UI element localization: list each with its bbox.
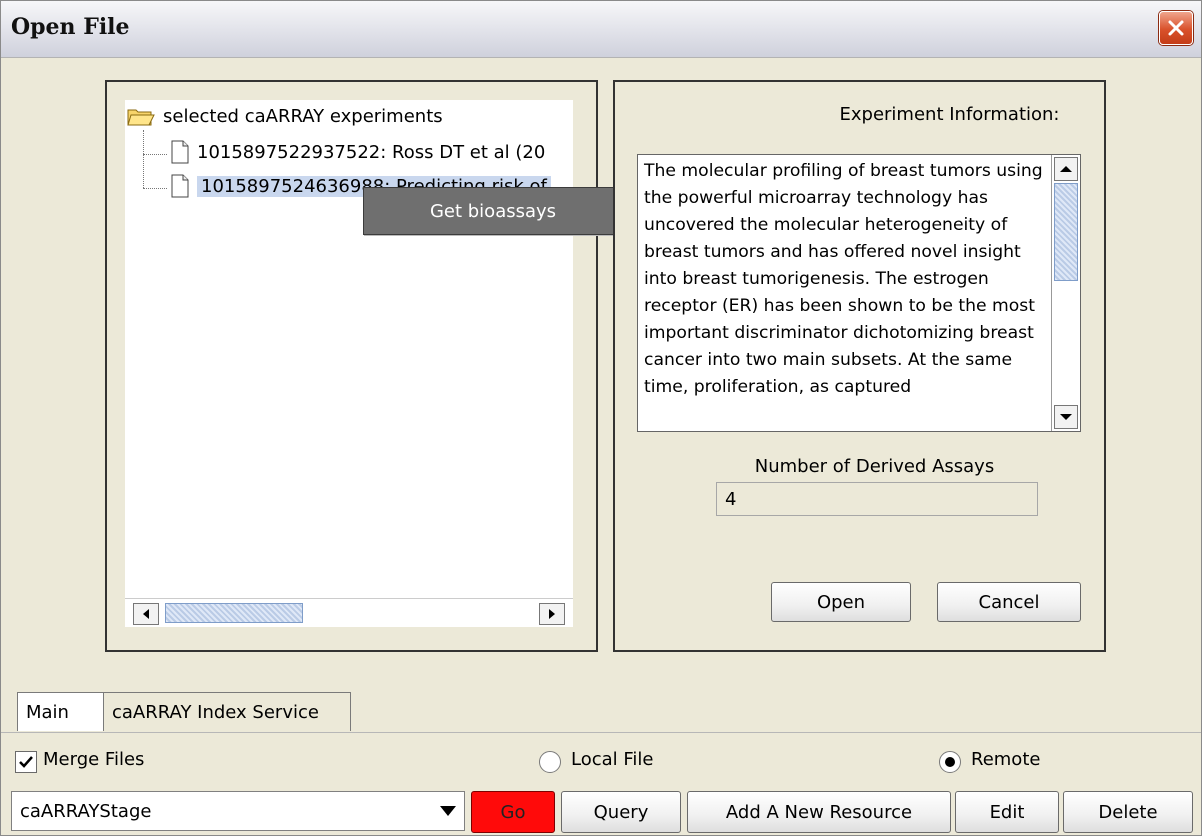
- experiments-panel: selected caARRAY experiments 10158975229…: [105, 80, 598, 652]
- arrow-left-icon: [143, 609, 149, 619]
- tab-caarray-index-service[interactable]: caARRAY Index Service: [103, 692, 351, 731]
- tree-connector: [143, 130, 144, 188]
- tab-bar: Main caARRAY Index Service: [1, 686, 1201, 733]
- resource-select[interactable]: caARRAYStage: [11, 791, 465, 831]
- arrow-down-icon: [1060, 414, 1072, 420]
- open-button[interactable]: Open: [771, 582, 911, 622]
- edit-button[interactable]: Edit: [955, 791, 1059, 833]
- query-button[interactable]: Query: [561, 791, 681, 833]
- add-resource-button[interactable]: Add A New Resource: [687, 791, 951, 833]
- scroll-up-button[interactable]: [1054, 157, 1078, 181]
- resource-select-value: caARRAYStage: [20, 800, 152, 822]
- tree-connector-h: [143, 154, 167, 155]
- scroll-left-button[interactable]: [133, 603, 159, 625]
- scroll-down-button[interactable]: [1054, 405, 1078, 429]
- merge-files-checkbox[interactable]: [15, 751, 37, 773]
- local-file-label: Local File: [571, 749, 654, 770]
- derived-assays-label: Number of Derived Assays: [754, 456, 995, 477]
- file-icon: [171, 140, 189, 164]
- experiment-info-panel: Experiment Information: The molecular pr…: [613, 80, 1106, 652]
- experiment-info-label: Experiment Information:: [839, 104, 1060, 125]
- close-icon: [1168, 20, 1184, 36]
- experiment-tree: selected caARRAY experiments 10158975229…: [125, 100, 573, 602]
- context-menu: Get bioassays: [363, 187, 623, 235]
- vertical-scrollbar[interactable]: [1051, 155, 1080, 431]
- scroll-thumb[interactable]: [165, 603, 303, 623]
- open-folder-icon: [127, 107, 155, 127]
- scroll-right-button[interactable]: [539, 603, 565, 625]
- remote-label: Remote: [971, 749, 1041, 770]
- file-icon: [171, 174, 189, 198]
- options-row: Merge Files Local File Remote: [1, 743, 1201, 779]
- derived-assays-field: 4: [716, 482, 1038, 516]
- tree-item-label: 1015897522937522: Ross DT et al (20: [197, 141, 546, 163]
- radio-selected-dot: [945, 757, 955, 767]
- get-bioassays-menu-item[interactable]: Get bioassays: [430, 201, 556, 222]
- remote-radio[interactable]: [939, 751, 961, 773]
- tree-item[interactable]: 1015897522937522: Ross DT et al (20: [171, 140, 545, 164]
- experiment-text: The molecular profiling of breast tumors…: [644, 161, 1043, 397]
- action-row: caARRAYStage Go Query Add A New Resource…: [1, 789, 1201, 835]
- scroll-thumb[interactable]: [1054, 183, 1078, 281]
- arrow-up-icon: [1060, 166, 1072, 172]
- horizontal-scrollbar[interactable]: [125, 598, 573, 627]
- go-button[interactable]: Go: [471, 791, 555, 833]
- tree-root-label: selected caARRAY experiments: [163, 106, 443, 127]
- experiment-description[interactable]: The molecular profiling of breast tumors…: [637, 154, 1081, 432]
- tree-root[interactable]: selected caARRAY experiments: [127, 106, 443, 127]
- window-title: Open File: [11, 14, 130, 40]
- title-bar: Open File: [1, 1, 1201, 58]
- local-file-radio[interactable]: [539, 751, 561, 773]
- arrow-right-icon: [549, 609, 555, 619]
- tab-main[interactable]: Main: [17, 692, 115, 731]
- delete-button[interactable]: Delete: [1063, 791, 1193, 833]
- check-icon: [19, 756, 33, 768]
- merge-files-label: Merge Files: [43, 749, 145, 770]
- dropdown-arrow-icon: [440, 806, 456, 816]
- cancel-button[interactable]: Cancel: [937, 582, 1081, 622]
- close-button[interactable]: [1159, 11, 1193, 45]
- tree-connector-h: [143, 188, 167, 189]
- open-file-dialog: Open File selected caARRAY experiments 1…: [0, 0, 1202, 836]
